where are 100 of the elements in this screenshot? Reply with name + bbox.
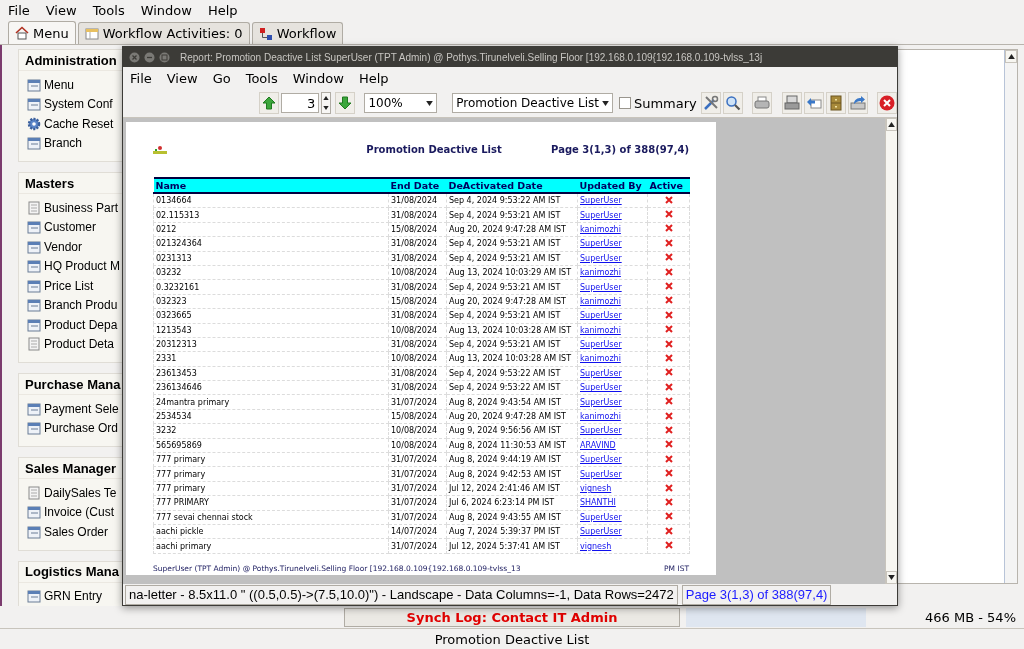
menu-item[interactable]: Help: [207, 2, 238, 18]
summary-checkbox[interactable]: [618, 97, 631, 109]
page-field[interactable]: 3: [281, 93, 320, 113]
table-cell: 15/08/2024: [388, 222, 447, 237]
menu-entry[interactable]: Customer: [19, 217, 124, 237]
table-cell: Jul 6, 2024 6:23:14 PM IST: [446, 495, 578, 511]
down-arrow-icon: [338, 96, 353, 110]
menu-entry[interactable]: Payment Sele: [19, 399, 124, 419]
spin-up-icon: [323, 96, 330, 100]
table-cell: Sep 4, 2024 9:53:22 AM IST: [446, 380, 578, 395]
table-cell: Aug 13, 2024 10:03:28 AM IST: [446, 323, 578, 338]
minimize-icon[interactable]: [144, 51, 155, 63]
print-preview-button[interactable]: [752, 92, 773, 114]
search-button[interactable]: [722, 92, 743, 114]
table-cell: 20312313: [153, 337, 389, 352]
menu-entry[interactable]: Vendor: [19, 237, 124, 257]
menu-item[interactable]: Window: [140, 2, 192, 18]
archive-button[interactable]: [825, 92, 846, 114]
tab[interactable]: Workflow: [251, 22, 344, 44]
table-cell: 2331: [153, 351, 389, 367]
menu-item[interactable]: View: [45, 2, 77, 18]
page-spinner[interactable]: [321, 92, 332, 114]
up-arrow-icon: [262, 96, 276, 110]
workflow-icon: [258, 26, 273, 41]
export-icon: [849, 95, 866, 111]
column-header: Name: [153, 178, 389, 193]
table-cell: Jul 12, 2024 2:41:46 AM IST: [446, 481, 578, 496]
table-cell: 31/08/2024: [388, 236, 447, 252]
menu-entry[interactable]: Purchase Ord: [19, 418, 124, 438]
maximize-icon[interactable]: [159, 51, 170, 63]
print-button[interactable]: [781, 92, 802, 114]
scrollbar[interactable]: [1004, 50, 1017, 583]
table-cell: 777 primary: [153, 452, 389, 467]
tab[interactable]: Menu: [8, 21, 76, 44]
menu-item[interactable]: Go: [212, 70, 231, 86]
menu-item[interactable]: Tools: [245, 70, 278, 86]
report-select[interactable]: Promotion Deactive List: [452, 93, 613, 113]
table-cell: Jul 12, 2024 5:37:41 AM IST: [446, 538, 578, 554]
table-cell: 0323665: [153, 308, 389, 323]
spin-down-icon: [323, 106, 330, 110]
table-cell: 31/07/2024: [388, 538, 447, 554]
next-page-button[interactable]: [335, 92, 356, 114]
menu-entry[interactable]: Menu: [19, 75, 124, 95]
table-cell: 31/07/2024: [388, 495, 447, 511]
table-cell: 15/08/2024: [388, 409, 447, 424]
menu-entry[interactable]: Product Deta: [19, 334, 124, 354]
table-cell: 31/07/2024: [388, 510, 447, 525]
logo-icon: [153, 144, 167, 155]
menu-item[interactable]: File: [8, 2, 30, 18]
menu-entry[interactable]: DailySales Te: [19, 483, 124, 503]
table-icon: [84, 26, 99, 41]
tools-button[interactable]: [700, 92, 721, 114]
zoom-select[interactable]: 100%: [364, 93, 438, 113]
table-cell: 03232: [153, 265, 389, 280]
table-cell: Sep 4, 2024 9:53:22 AM IST: [446, 193, 578, 208]
dropdown-icon: [426, 100, 434, 106]
menu-item[interactable]: Tools: [92, 2, 125, 18]
table-cell: 0231313: [153, 251, 389, 266]
page-status: Page 3(1,3) of 388(97,4): [681, 584, 832, 605]
window-icon: [27, 77, 41, 92]
menu-entry[interactable]: Branch: [19, 133, 124, 153]
menu-item[interactable]: File: [130, 70, 152, 86]
menu-entry[interactable]: Sales Order: [19, 522, 124, 542]
gear-icon: [27, 116, 41, 131]
menu-item[interactable]: View: [166, 70, 198, 86]
document-icon: [27, 485, 41, 500]
send-mail-button[interactable]: [803, 92, 824, 114]
table-cell: 0.3232161: [153, 279, 389, 295]
menu-entry[interactable]: Business Part: [19, 198, 124, 218]
menu-entry[interactable]: GRN Entry: [19, 586, 124, 606]
close-icon[interactable]: [129, 51, 140, 63]
scrollbar[interactable]: [885, 118, 897, 584]
table-cell: 31/08/2024: [388, 308, 447, 323]
table-cell: 02.115313: [153, 207, 389, 223]
table-cell: Sep 4, 2024 9:53:21 AM IST: [446, 207, 578, 223]
menu-entry[interactable]: Invoice (Cust: [19, 502, 124, 522]
menu-entry[interactable]: HQ Product M: [19, 256, 124, 276]
table-cell: 31/08/2024: [388, 366, 447, 381]
synch-log-button[interactable]: Synch Log: Contact IT Admin: [344, 607, 680, 627]
table-cell: 10/08/2024: [388, 423, 447, 439]
table-cell: 15/08/2024: [388, 294, 447, 309]
table-cell: aachi primary: [153, 538, 389, 554]
table-cell: 2534534: [153, 409, 389, 424]
table-cell: Aug 7, 2024 5:39:37 PM IST: [446, 524, 578, 539]
table-cell: 31/07/2024: [388, 466, 447, 482]
menu-entry[interactable]: Cache Reset: [19, 114, 124, 134]
menu-entry[interactable]: Branch Produ: [19, 295, 124, 315]
export-button[interactable]: [847, 92, 868, 114]
table-cell: aachi pickle: [153, 524, 389, 539]
previous-page-button[interactable]: [259, 92, 279, 114]
tab[interactable]: Workflow Activities: 0: [77, 22, 250, 44]
table-cell: 10/08/2024: [388, 265, 447, 280]
menu-item[interactable]: Help: [358, 70, 389, 86]
scroll-up-icon: [888, 122, 895, 127]
menu-entry[interactable]: System Conf: [19, 94, 124, 114]
menu-entry[interactable]: Product Depa: [19, 315, 124, 335]
menu-item[interactable]: Window: [292, 70, 344, 86]
menu-entry[interactable]: Price List: [19, 276, 124, 296]
column-header: Updated By: [577, 178, 648, 193]
close-button[interactable]: [877, 92, 897, 114]
